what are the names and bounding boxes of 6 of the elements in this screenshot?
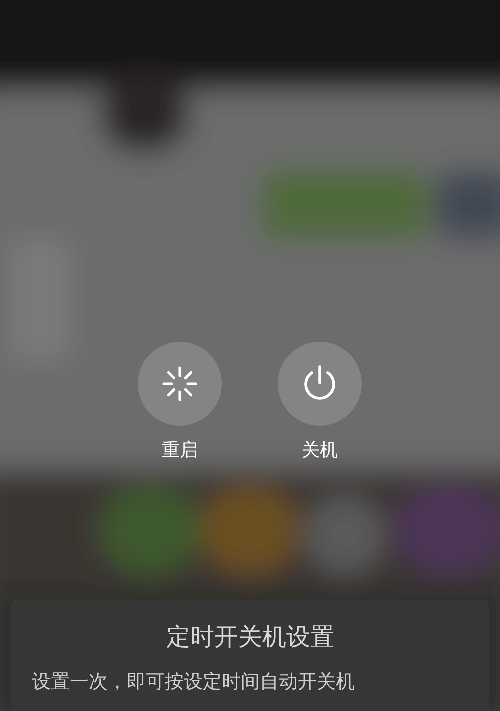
- panel-title: 定时开关机设置: [166, 622, 336, 652]
- settings-panel[interactable]: 定时开关机设置 设置一次，即可按设定时间自动开关机: [11, 600, 489, 711]
- spinner-icon: [162, 366, 198, 402]
- panel-description: 设置一次，即可按设定时间自动开关机: [32, 670, 356, 694]
- action-label: 关机: [302, 440, 338, 462]
- action-label: 重启: [162, 440, 198, 462]
